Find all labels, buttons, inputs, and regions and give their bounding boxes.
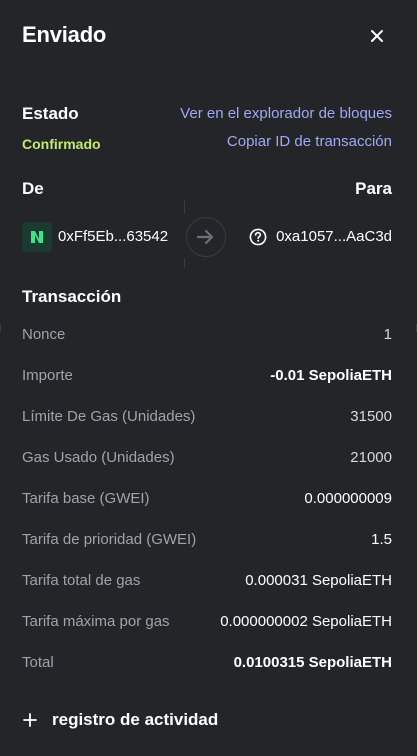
from-address[interactable]: 0xFf5Eb...63542 (58, 228, 168, 245)
block-explorer-link[interactable]: Ver en el explorador de bloques (180, 105, 392, 122)
row-label-total: Total (22, 654, 54, 671)
arrow-right-icon (186, 217, 226, 257)
divider-top (184, 200, 185, 214)
row-value-nonce: 1 (383, 326, 392, 343)
row-value-priority-fee: 1.5 (371, 531, 392, 548)
row-label-gas-limit: Límite De Gas (Unidades) (22, 408, 196, 425)
row-label-total-gas-fee: Tarifa total de gas (22, 572, 141, 589)
transaction-detail-panel: Enviado Estado Confirmado Ver en el expl… (0, 0, 417, 756)
close-icon (371, 30, 383, 42)
transaction-title: Transacción (22, 287, 122, 306)
activity-log-toggle[interactable]: registro de actividad (22, 708, 218, 732)
to-label: Para (355, 179, 392, 198)
row-label-nonce: Nonce (22, 326, 66, 343)
status-badge: Confirmado (22, 136, 101, 152)
row-value-gas-limit: 31500 (350, 408, 392, 425)
row-value-amount: -0.01 SepoliaETH (270, 367, 392, 384)
account-logo-icon (22, 222, 52, 252)
question-circle-icon (249, 228, 267, 246)
row-label-priority-fee: Tarifa de prioridad (GWEI) (22, 531, 197, 548)
row-label-base-fee: Tarifa base (GWEI) (22, 490, 150, 507)
row-label-max-fee-per-gas: Tarifa máxima por gas (22, 613, 170, 630)
row-value-max-fee-per-gas: 0.000000002 SepoliaETH (220, 613, 392, 630)
status-label: Estado (22, 104, 79, 123)
row-value-total-gas-fee: 0.000031 SepoliaETH (245, 572, 392, 589)
to-address[interactable]: 0xa1057...AaC3d (276, 228, 392, 245)
row-value-total: 0.0100315 SepoliaETH (233, 654, 392, 671)
row-label-amount: Importe (22, 367, 73, 384)
copy-transaction-id-link[interactable]: Copiar ID de transacción (227, 133, 392, 150)
row-label-gas-used: Gas Usado (Unidades) (22, 449, 175, 466)
close-button[interactable] (365, 24, 389, 48)
edge-mark-left (0, 324, 1, 332)
from-label: De (22, 179, 44, 198)
row-value-base-fee: 0.000000009 (304, 490, 392, 507)
page-title: Enviado (22, 22, 107, 47)
plus-icon (23, 713, 37, 727)
from-to-row: 0xFf5Eb...63542 0xa1057...AaC3d (22, 214, 392, 260)
row-value-gas-used: 21000 (350, 449, 392, 466)
activity-log-label: registro de actividad (52, 710, 219, 729)
